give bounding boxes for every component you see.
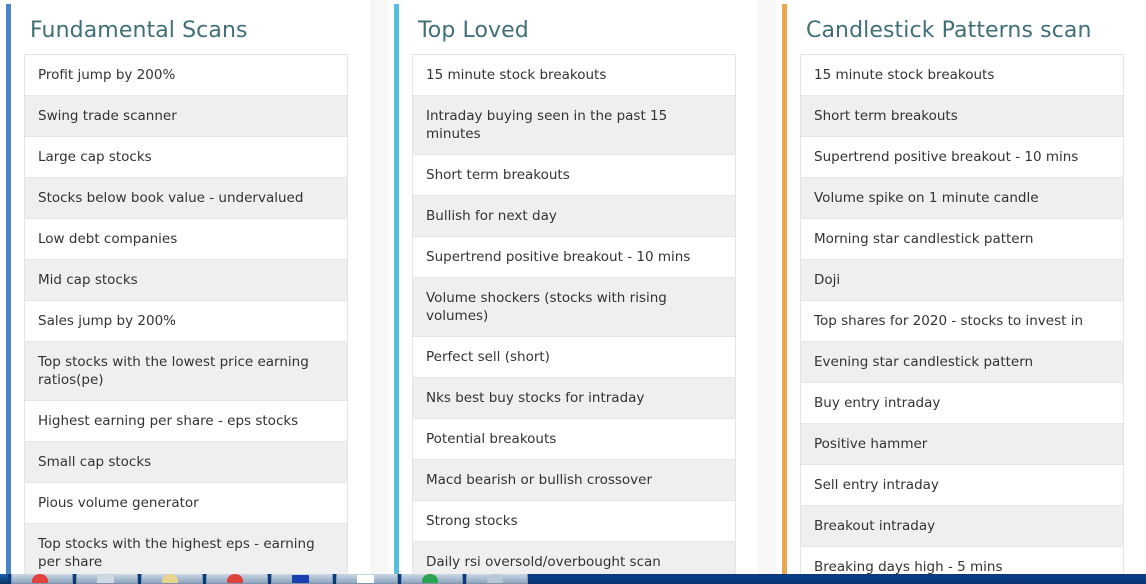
scan-list-item[interactable]: Daily rsi oversold/overbought scan	[413, 542, 735, 574]
windows-taskbar[interactable]	[0, 574, 1146, 584]
scan-list-item[interactable]: Perfect sell (short)	[413, 337, 735, 378]
explorer-icon	[292, 575, 309, 583]
scan-list-fundamental-scans: Profit jump by 200% Swing trade scanner La…	[24, 54, 348, 574]
scan-list-item[interactable]: Buy entry intraday	[801, 383, 1123, 424]
scan-list-item[interactable]: Sell entry intraday	[801, 465, 1123, 506]
scan-list-item[interactable]: Top stocks with the lowest price earning…	[25, 342, 347, 401]
scan-list-item[interactable]: Stocks below book value - undervalued	[25, 178, 347, 219]
taskbar-app-document[interactable]	[336, 574, 398, 584]
scan-list-item[interactable]: Profit jump by 200%	[25, 55, 347, 96]
taskbar-app-chrome-2[interactable]	[206, 574, 268, 584]
scan-list-item[interactable]: Potential breakouts	[413, 419, 735, 460]
scan-list-item[interactable]: Low debt companies	[25, 219, 347, 260]
scan-list-item[interactable]: Supertrend positive breakout - 10 mins	[413, 237, 735, 278]
scan-column-candlestick-patterns-scan: Candlestick Patterns scan 15 minute stoc…	[776, 0, 1146, 574]
scan-list-item[interactable]: Pious volume generator	[25, 483, 347, 524]
whatsapp-icon	[422, 574, 438, 583]
chrome-icon	[32, 574, 48, 583]
scan-list-item[interactable]: 15 minute stock breakouts	[413, 55, 735, 96]
column-title-candlestick-patterns-scan: Candlestick Patterns scan	[806, 18, 1092, 43]
chrome-icon	[227, 574, 243, 583]
scan-column-top-loved: Top Loved 15 minute stock breakouts Intra…	[388, 0, 758, 574]
window-icon	[97, 575, 114, 583]
scan-list-item[interactable]: 15 minute stock breakouts	[801, 55, 1123, 96]
folder-icon	[162, 574, 178, 583]
column-gutter-1	[370, 0, 388, 574]
scan-list-item[interactable]: Intraday buying seen in the past 15 minu…	[413, 96, 735, 155]
taskbar-app-window[interactable]	[76, 574, 138, 584]
scan-list-candlestick-patterns-scan: 15 minute stock breakouts Short term brea…	[800, 54, 1124, 574]
taskbar-app-folder[interactable]	[141, 574, 203, 584]
scan-list-item[interactable]: Breakout intraday	[801, 506, 1123, 547]
scan-list-item[interactable]: Doji	[801, 260, 1123, 301]
scan-list-item[interactable]: Top shares for 2020 - stocks to invest i…	[801, 301, 1123, 342]
taskbar-app-chrome[interactable]	[11, 574, 73, 584]
taskbar-app-misc[interactable]	[466, 574, 528, 584]
scan-list-item[interactable]: Strong stocks	[413, 501, 735, 542]
scan-list-item[interactable]: Short term breakouts	[801, 96, 1123, 137]
start-button[interactable]	[0, 574, 8, 584]
scan-list-item[interactable]: Top stocks with the highest eps - earnin…	[25, 524, 347, 574]
scan-list-item[interactable]: Morning star candlestick pattern	[801, 219, 1123, 260]
scan-list-item[interactable]: Highest earning per share - eps stocks	[25, 401, 347, 442]
scan-list-item[interactable]: Nks best buy stocks for intraday	[413, 378, 735, 419]
column-title-top-loved: Top Loved	[418, 18, 529, 43]
column-gutter-2	[758, 0, 776, 574]
scan-columns-container: Fundamental Scans Profit jump by 200% Swi…	[0, 0, 1146, 574]
scan-list-item[interactable]: Volume shockers (stocks with rising volu…	[413, 278, 735, 337]
scan-list-item[interactable]: Supertrend positive breakout - 10 mins	[801, 137, 1123, 178]
document-icon	[357, 575, 374, 583]
scan-list-item[interactable]: Short term breakouts	[413, 155, 735, 196]
scan-list-item[interactable]: Small cap stocks	[25, 442, 347, 483]
taskbar-app-whatsapp[interactable]	[401, 574, 463, 584]
scan-list-item[interactable]: Macd bearish or bullish crossover	[413, 460, 735, 501]
column-title-fundamental-scans: Fundamental Scans	[30, 18, 248, 43]
scan-list-item[interactable]: Volume spike on 1 minute candle	[801, 178, 1123, 219]
scan-column-fundamental-scans: Fundamental Scans Profit jump by 200% Swi…	[0, 0, 370, 574]
scan-list-item[interactable]: Bullish for next day	[413, 196, 735, 237]
scan-list-item[interactable]: Breaking days high - 5 mins	[801, 547, 1123, 574]
scan-list-top-loved: 15 minute stock breakouts Intraday buying…	[412, 54, 736, 574]
scan-list-item[interactable]: Large cap stocks	[25, 137, 347, 178]
scan-list-item[interactable]: Evening star candlestick pattern	[801, 342, 1123, 383]
taskbar-app-explorer[interactable]	[271, 574, 333, 584]
scan-list-item[interactable]: Mid cap stocks	[25, 260, 347, 301]
app-icon	[487, 574, 503, 583]
scan-list-item[interactable]: Swing trade scanner	[25, 96, 347, 137]
scan-list-item[interactable]: Positive hammer	[801, 424, 1123, 465]
screener-scan-directory-page: Fundamental Scans Profit jump by 200% Swi…	[0, 0, 1146, 584]
scan-list-item[interactable]: Sales jump by 200%	[25, 301, 347, 342]
